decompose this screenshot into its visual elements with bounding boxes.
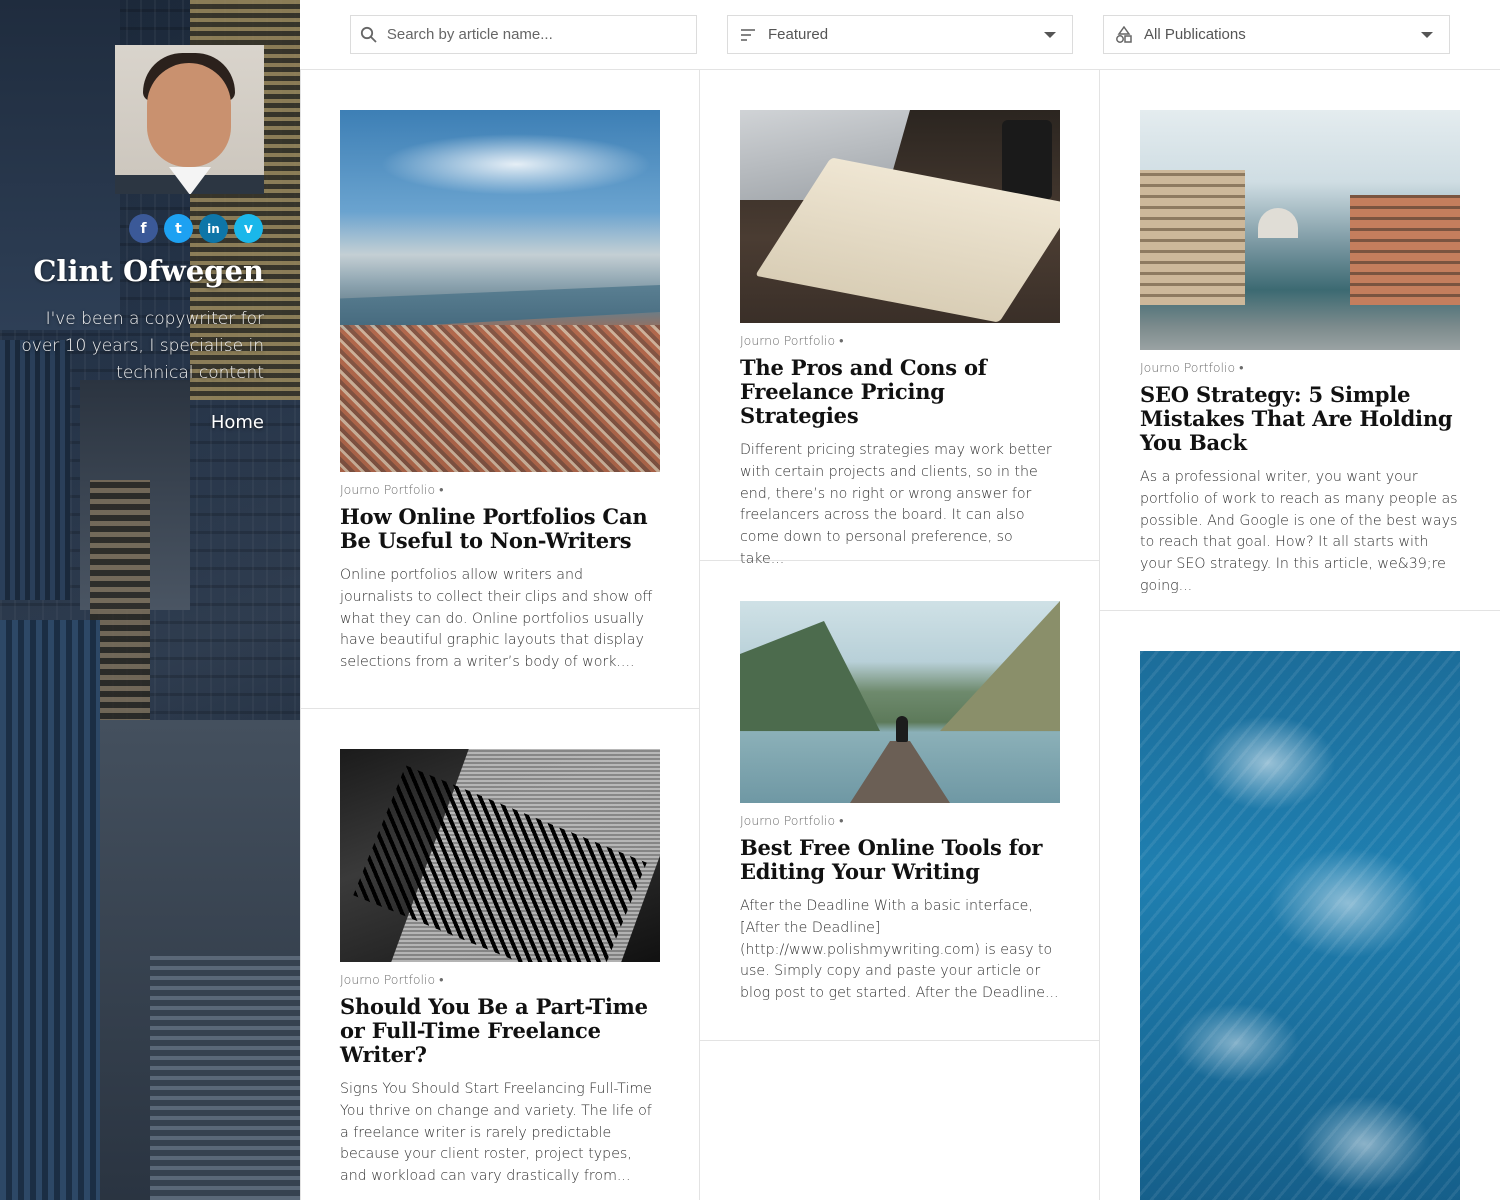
chevron-down-icon xyxy=(1421,31,1433,38)
twitter-icon[interactable]: t xyxy=(164,214,193,243)
search-input[interactable] xyxy=(386,26,696,43)
article-publication: Journo Portfolio • xyxy=(740,333,844,348)
grid-divider xyxy=(1100,610,1500,611)
article-card[interactable]: Journo Portfolio • The Pros and Cons of … xyxy=(740,110,1060,571)
grid-divider xyxy=(1099,70,1100,1200)
shapes-icon xyxy=(1104,25,1144,44)
article-publication: Journo Portfolio • xyxy=(740,813,844,828)
filter-toolbar: Featured All Publications xyxy=(300,0,1500,70)
profile-sidebar: f t in v Clint Ofwegen I've been a copyw… xyxy=(0,0,300,1200)
profile-bio: I've been a copywriter for over 10 years… xyxy=(21,309,264,383)
vimeo-icon[interactable]: v xyxy=(234,214,263,243)
facebook-icon[interactable]: f xyxy=(129,214,158,243)
article-image[interactable] xyxy=(740,110,1060,323)
article-title[interactable]: SEO Strategy: 5 Simple Mistakes That Are… xyxy=(1140,383,1460,455)
article-publication: Journo Portfolio • xyxy=(340,482,444,497)
article-excerpt: After the Deadline With a basic interfac… xyxy=(740,898,1059,1002)
article-title[interactable]: Best Free Online Tools for Editing Your … xyxy=(740,836,1060,884)
nav-home-link[interactable]: Home xyxy=(211,412,264,433)
article-title[interactable]: How Online Portfolios Can Be Useful to N… xyxy=(340,505,660,553)
sort-icon xyxy=(728,28,768,42)
article-card[interactable]: Journo Portfolio • Should You Be a Part-… xyxy=(340,749,660,1188)
avatar xyxy=(115,45,264,194)
article-image[interactable] xyxy=(340,749,660,962)
sort-select[interactable]: Featured xyxy=(727,15,1073,54)
article-image[interactable] xyxy=(1140,110,1460,350)
article-image[interactable] xyxy=(740,601,1060,803)
article-title[interactable]: The Pros and Cons of Freelance Pricing S… xyxy=(740,356,1060,428)
article-excerpt: Signs You Should Start Freelancing Full-… xyxy=(340,1081,652,1185)
article-card[interactable]: Journo Portfolio • How Online Portfolios… xyxy=(340,110,660,674)
article-publication: Journo Portfolio • xyxy=(1140,360,1244,375)
article-excerpt: Different pricing strategies may work be… xyxy=(740,442,1052,567)
article-publication: Journo Portfolio • xyxy=(340,972,444,987)
grid-divider xyxy=(700,1040,1100,1041)
article-card[interactable]: Journo Portfolio • SEO Strategy: 5 Simpl… xyxy=(1140,110,1460,598)
article-excerpt: Online portfolios allow writers and jour… xyxy=(340,567,653,671)
linkedin-icon[interactable]: in xyxy=(199,214,228,243)
background-building xyxy=(0,620,100,1200)
profile-name: Clint Ofwegen xyxy=(33,254,264,288)
grid-divider xyxy=(300,70,301,1200)
publication-select[interactable]: All Publications xyxy=(1103,15,1450,54)
search-icon xyxy=(351,26,387,44)
social-links: f t in v xyxy=(129,214,263,243)
grid-divider xyxy=(300,708,700,709)
article-image[interactable] xyxy=(1140,651,1460,1200)
article-title[interactable]: Should You Be a Part-Time or Full-Time F… xyxy=(340,995,660,1067)
article-excerpt: As a professional writer, you want your … xyxy=(1140,469,1458,594)
sort-selected-value: Featured xyxy=(768,26,829,43)
search-field[interactable] xyxy=(350,15,697,54)
grid-divider xyxy=(699,70,700,1200)
article-image[interactable] xyxy=(340,110,660,472)
background-building xyxy=(150,950,300,1200)
chevron-down-icon xyxy=(1044,31,1056,38)
article-card[interactable] xyxy=(1140,651,1460,1200)
article-card[interactable]: Journo Portfolio • Best Free Online Tool… xyxy=(740,601,1060,1005)
publication-selected-value: All Publications xyxy=(1144,26,1246,43)
